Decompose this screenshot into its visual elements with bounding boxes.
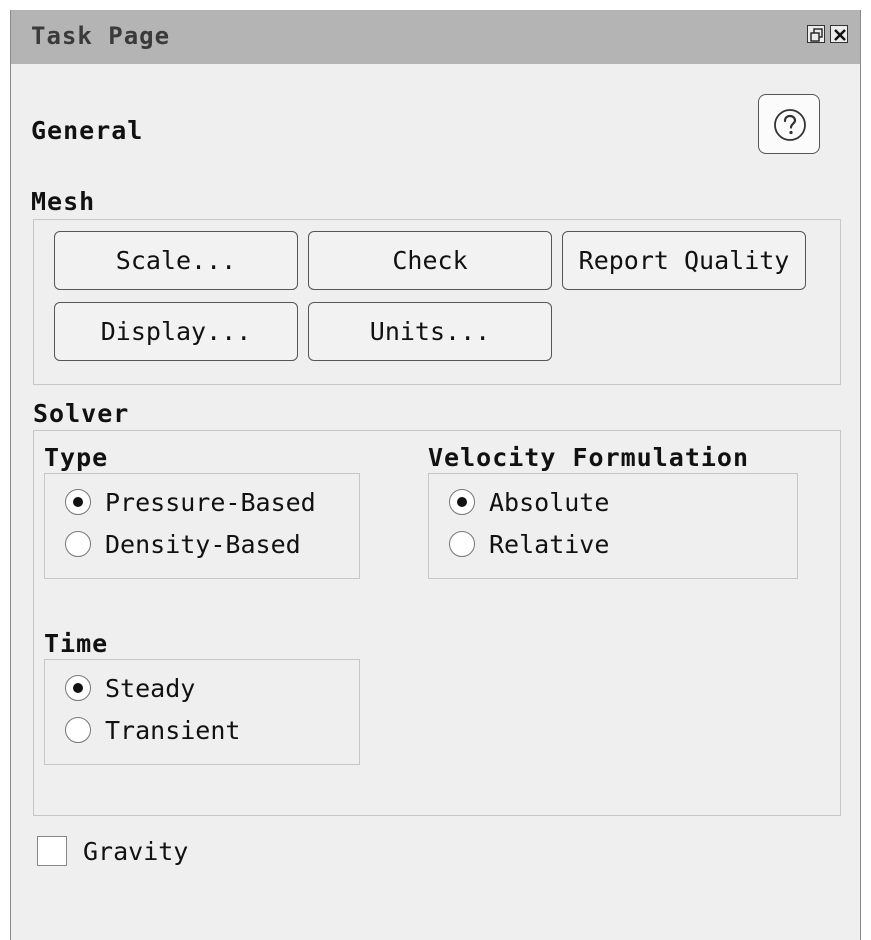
check-button[interactable]: Check [308,231,552,290]
task-page-panel: Task Page General Mesh Scale... Check Re… [10,10,861,940]
radio-label: Density-Based [105,529,301,559]
gravity-label: Gravity [83,837,189,866]
radio-button[interactable] [65,717,91,743]
velocity-formulation-heading: Velocity Formulation [428,443,750,472]
radio-absolute[interactable]: Absolute [449,484,609,520]
radio-transient[interactable]: Transient [65,712,240,748]
panel-title: Task Page [31,22,171,50]
radio-label: Transient [105,715,241,745]
help-question-icon [774,109,806,141]
solver-heading: Solver [33,399,130,428]
general-heading: General [31,116,144,145]
units-button[interactable]: Units... [308,302,552,361]
help-button[interactable] [758,94,820,154]
radio-steady[interactable]: Steady [65,670,195,706]
radio-button-selected[interactable] [65,675,91,701]
velocity-formulation-group: Absolute Relative [428,473,798,579]
report-quality-button[interactable]: Report Quality [562,231,806,290]
scale-button[interactable]: Scale... [54,231,298,290]
radio-button[interactable] [449,531,475,557]
radio-label: Steady [105,673,196,703]
type-group: Pressure-Based Density-Based [44,473,360,579]
radio-label: Relative [489,529,610,559]
title-bar: Task Page [11,10,860,64]
restore-window-icon[interactable] [807,25,825,43]
time-heading: Time [44,629,109,658]
time-group: Steady Transient [44,659,360,765]
mesh-heading: Mesh [31,187,96,216]
display-button[interactable]: Display... [54,302,298,361]
radio-relative[interactable]: Relative [449,526,609,562]
radio-label: Pressure-Based [105,487,316,517]
radio-density-based[interactable]: Density-Based [65,526,301,562]
radio-label: Absolute [489,487,610,517]
gravity-checkbox[interactable] [37,836,67,866]
solver-group: Type Pressure-Based Density-Based Veloci… [33,430,841,816]
radio-button[interactable] [65,531,91,557]
mesh-group: Scale... Check Report Quality Display...… [33,219,841,385]
type-heading: Type [44,443,109,472]
radio-button-selected[interactable] [449,489,475,515]
radio-button-selected[interactable] [65,489,91,515]
close-icon[interactable] [830,25,848,43]
radio-pressure-based[interactable]: Pressure-Based [65,484,316,520]
